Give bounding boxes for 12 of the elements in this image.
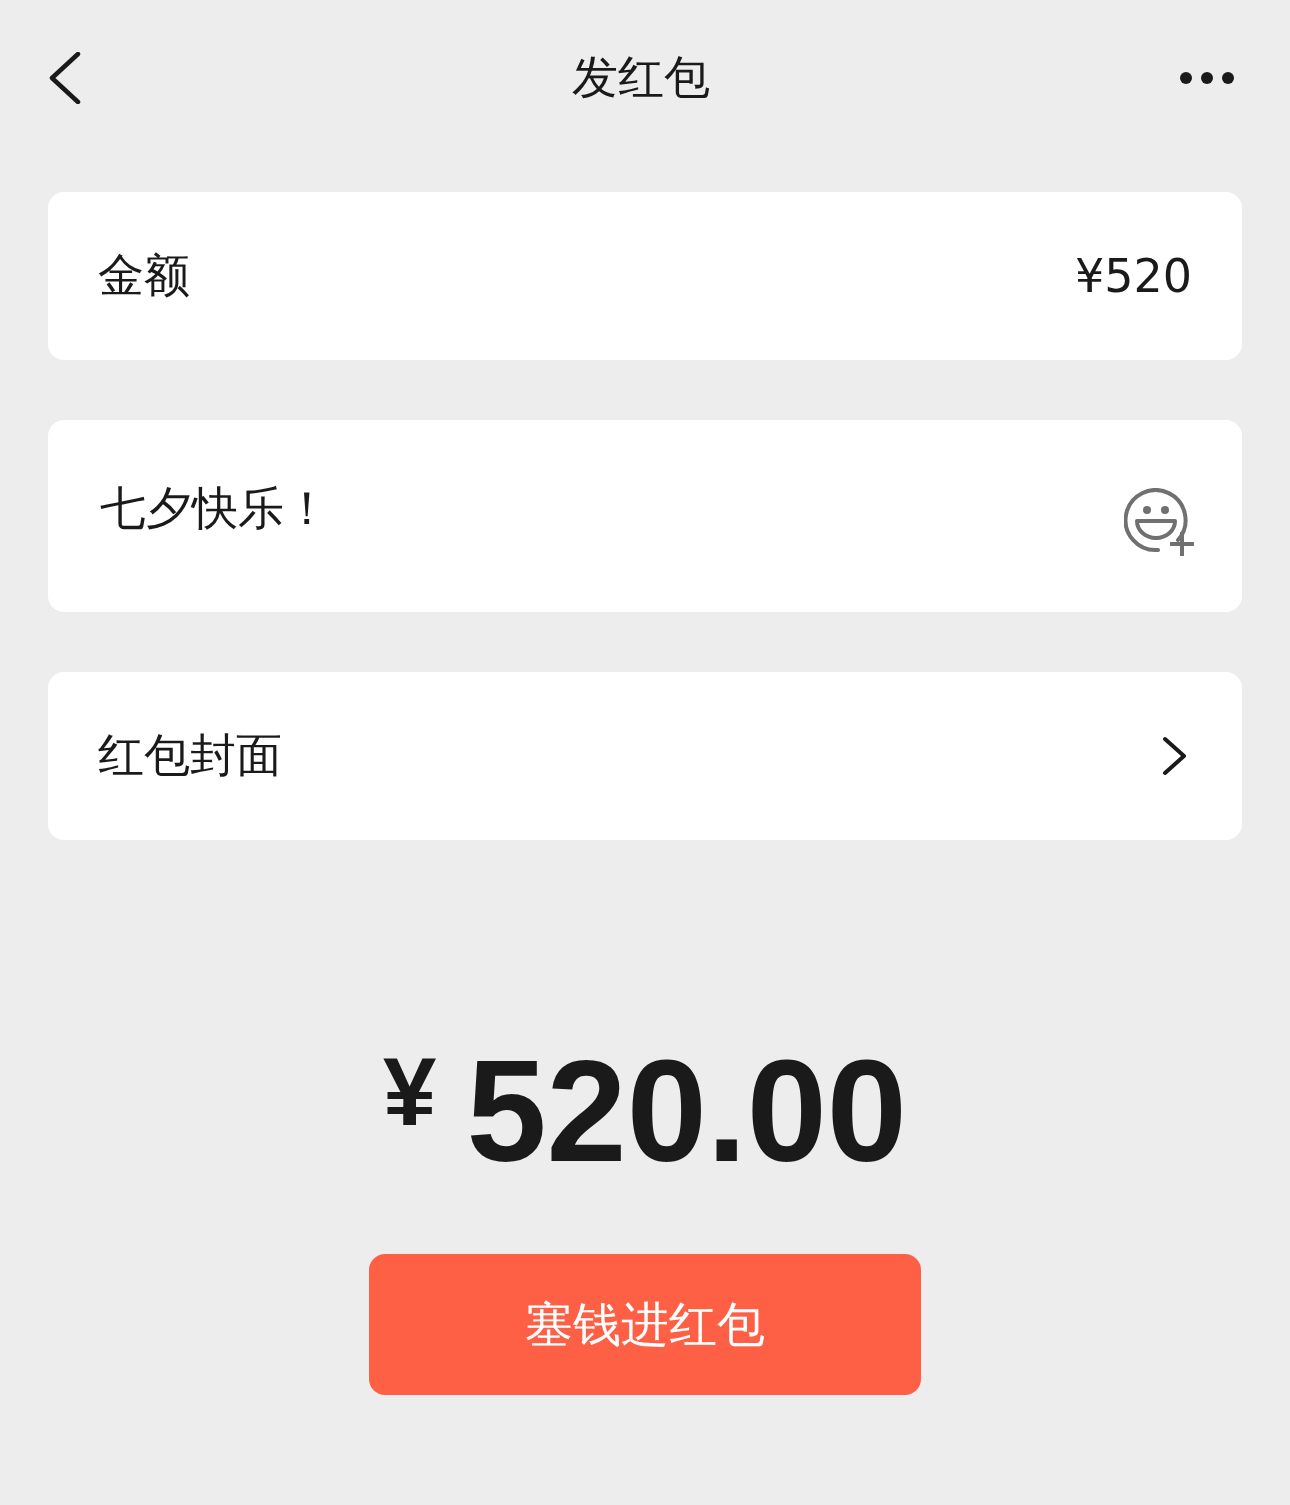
more-icon[interactable] (1180, 72, 1234, 84)
cover-label: 红包封面 (98, 727, 282, 784)
currency-symbol: ¥ (383, 1044, 437, 1140)
cover-card[interactable]: 红包封面 (48, 672, 1242, 840)
amount-label: 金额 (98, 247, 190, 304)
emoji-add-icon[interactable] (1124, 488, 1196, 556)
back-icon[interactable] (48, 52, 82, 104)
chevron-right-icon (1162, 736, 1188, 776)
total-amount: 520.00 (466, 1040, 907, 1184)
amount-input[interactable]: ¥520 (832, 249, 1192, 303)
greeting-field[interactable]: 七夕快乐！ (48, 420, 1242, 612)
page-title: 发红包 (572, 49, 710, 106)
